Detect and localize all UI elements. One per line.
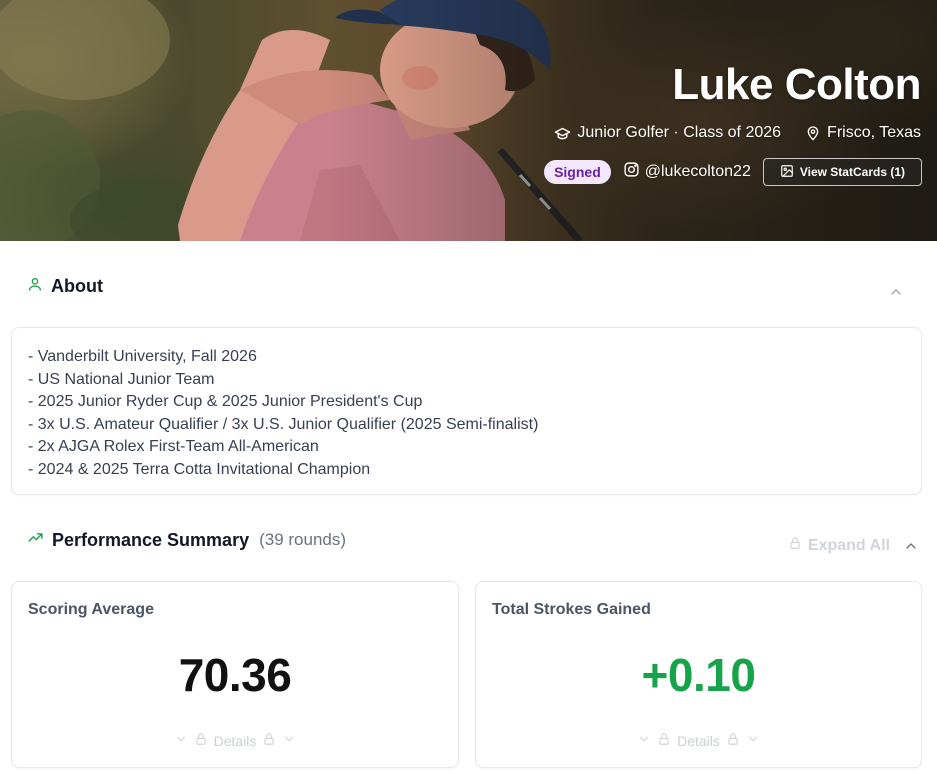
signed-status-badge: Signed (544, 160, 611, 184)
about-line: - Vanderbilt University, Fall 2026 (28, 348, 257, 365)
trending-up-icon (27, 529, 44, 551)
chevron-down-icon (746, 732, 760, 749)
performance-collapse-chevron-up-icon[interactable] (903, 538, 919, 559)
lock-icon (657, 732, 671, 749)
about-header[interactable]: About (27, 276, 103, 297)
chevron-down-icon (174, 732, 188, 749)
graduation-cap-icon (554, 125, 571, 142)
view-statcards-label: View StatCards (1) (799, 165, 905, 179)
map-pin-icon (805, 125, 821, 141)
about-line: - 2x AJGA Rolex First-Team All-American (28, 438, 319, 455)
stat-details-toggle[interactable]: Details (476, 732, 921, 749)
performance-rounds-count: (39 rounds) (259, 530, 347, 549)
scoring-average-card: Scoring Average 70.36 Details (11, 581, 459, 768)
about-line: - 2025 Junior Ryder Cup & 2025 Junior Pr… (28, 393, 423, 410)
about-title: About (51, 276, 103, 296)
about-line: - US National Junior Team (28, 370, 215, 388)
stat-label: Total Strokes Gained (492, 601, 651, 618)
expand-all-label: Expand All (807, 536, 890, 554)
total-strokes-gained-card: Total Strokes Gained +0.10 Details (475, 581, 922, 768)
lock-icon (788, 536, 802, 555)
lock-icon (194, 732, 208, 749)
instagram-link[interactable]: @lukecolton22 (623, 161, 751, 183)
instagram-handle: @lukecolton22 (644, 163, 751, 180)
details-label: Details (213, 732, 257, 749)
player-role: Junior Golfer · Class of 2026 (577, 124, 782, 141)
stat-label: Scoring Average (28, 601, 154, 618)
player-name: Luke Colton (672, 60, 921, 109)
about-collapse-chevron-up-icon[interactable] (888, 284, 904, 305)
profile-hero: Luke Colton Junior Golfer · Class of 202… (0, 0, 937, 241)
lock-icon (726, 732, 740, 749)
expand-all-button[interactable]: Expand All (788, 536, 890, 555)
instagram-icon (623, 161, 640, 183)
about-line: - 3x U.S. Amateur Qualifier / 3x U.S. Ju… (28, 415, 539, 433)
view-statcards-button[interactable]: View StatCards (1) (762, 158, 922, 186)
chevron-down-icon (282, 732, 296, 749)
player-meta: Junior Golfer · Class of 2026 Frisco, Te… (554, 124, 921, 142)
stat-value: +0.10 (641, 649, 756, 701)
lock-icon (262, 732, 276, 749)
player-location: Frisco, Texas (827, 124, 921, 141)
performance-header[interactable]: Performance Summary (39 rounds) (27, 529, 346, 551)
user-icon (27, 276, 43, 297)
chevron-down-icon (637, 732, 651, 749)
stat-details-toggle[interactable]: Details (12, 732, 458, 749)
stat-value: 70.36 (178, 649, 292, 701)
details-label: Details (677, 732, 720, 749)
performance-title: Performance Summary (52, 529, 250, 550)
hero-actions: Signed @lukecolton22 View StatCards (1) (544, 158, 922, 186)
image-icon (780, 164, 794, 181)
about-card: - Vanderbilt University, Fall 2026 - US … (11, 327, 922, 495)
hero-shade-overlay (0, 0, 937, 241)
about-line: - 2024 & 2025 Terra Cotta Invitational C… (28, 460, 371, 478)
